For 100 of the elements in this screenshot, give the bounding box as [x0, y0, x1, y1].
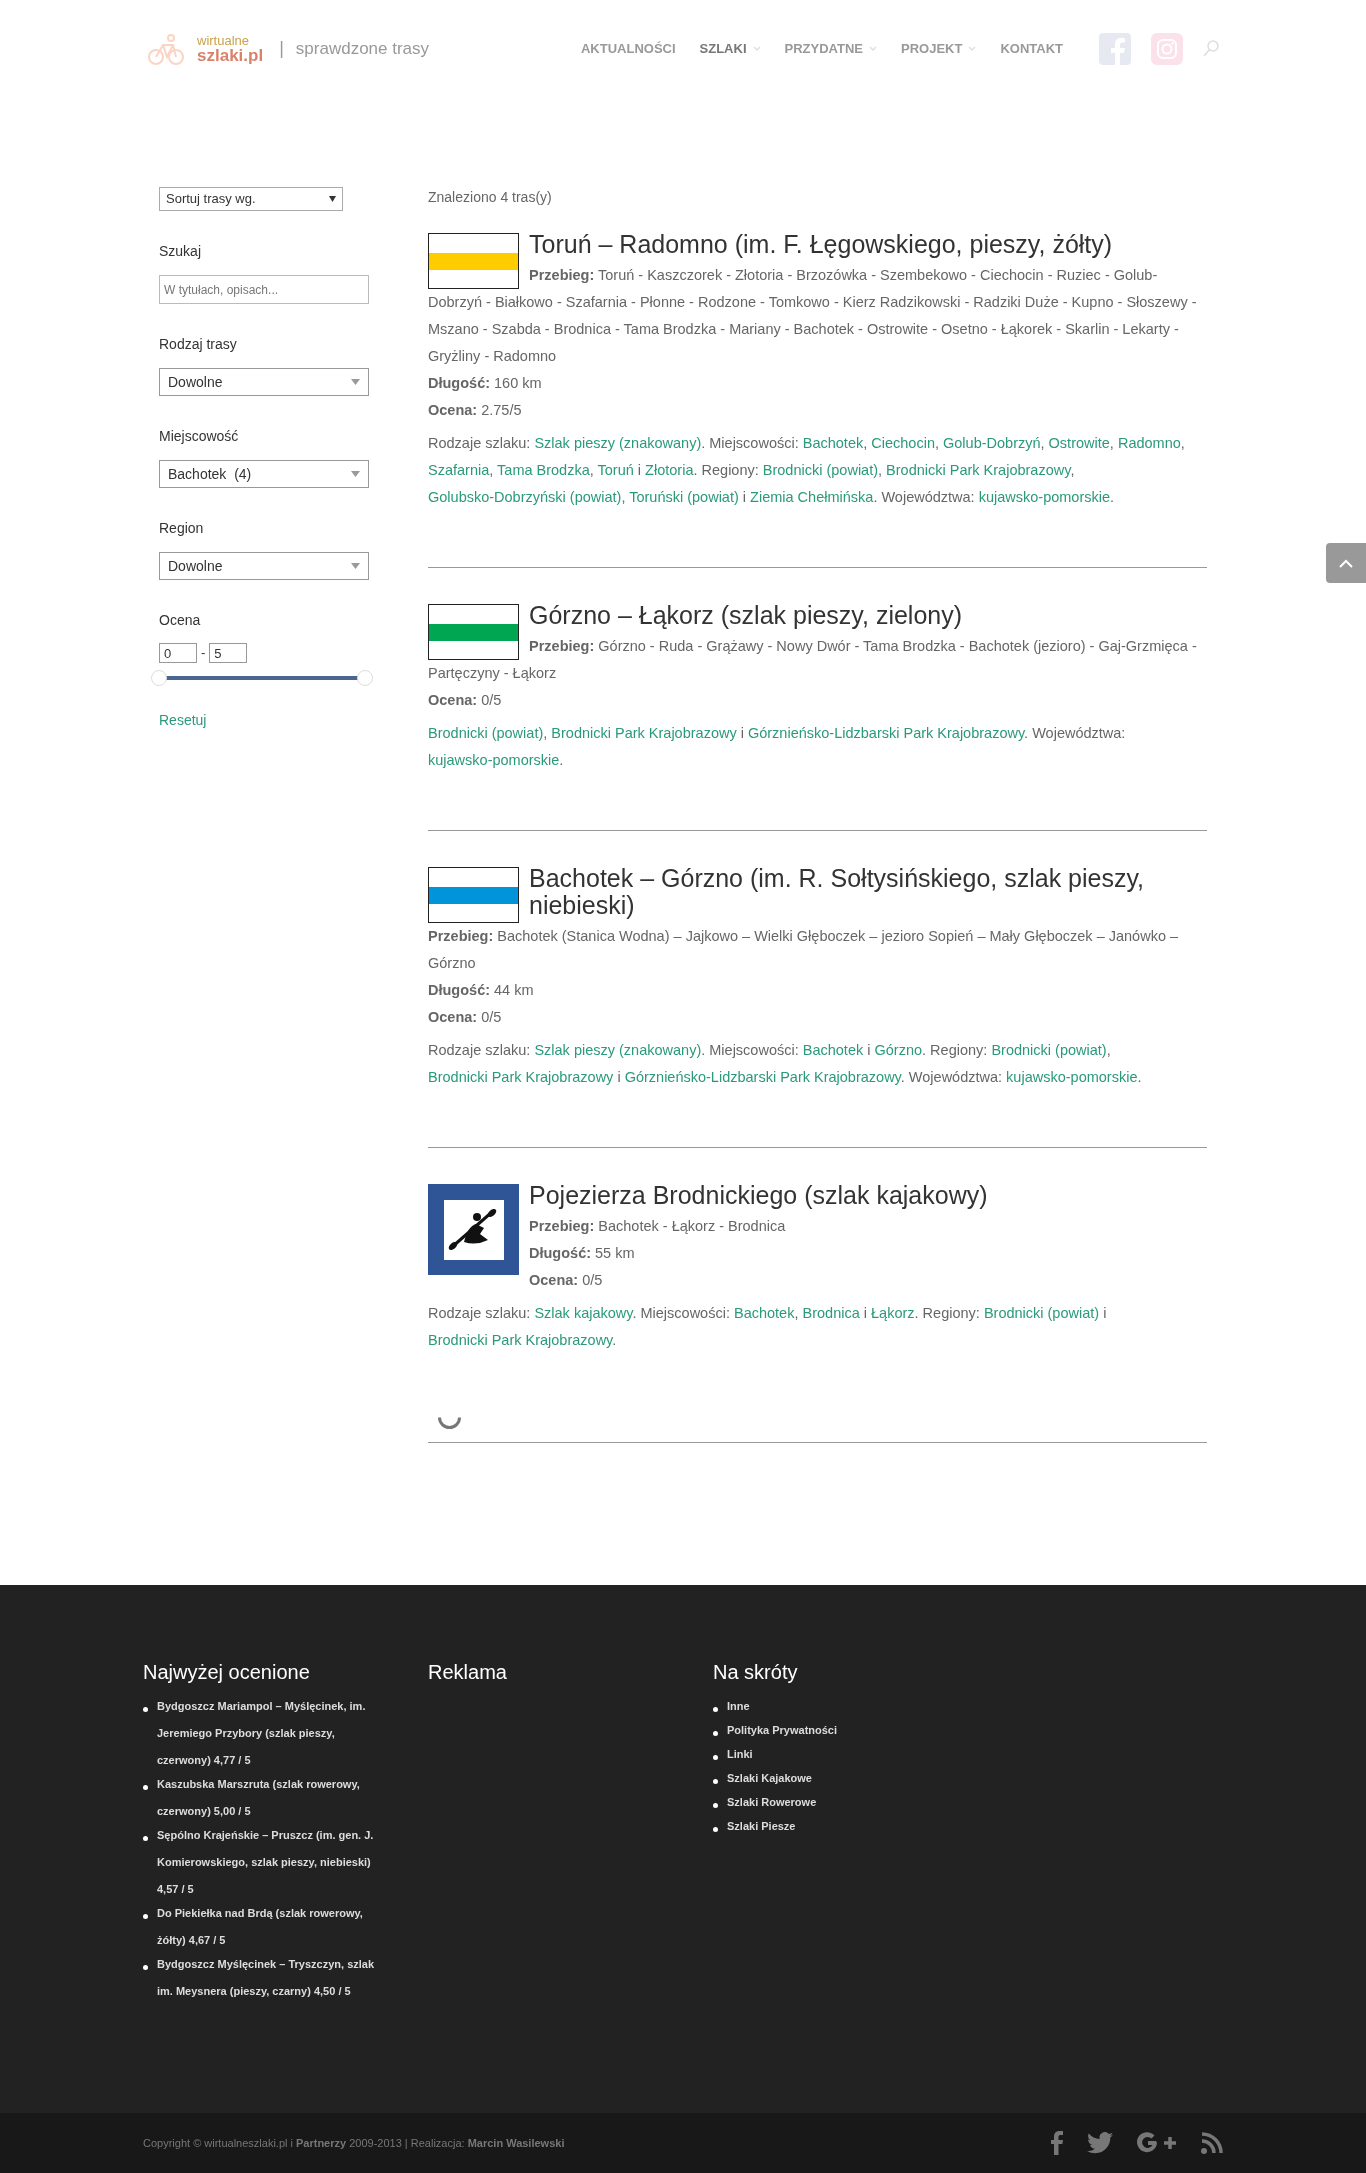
logo-text: szlaki.pl — [197, 46, 264, 64]
search-icon[interactable] — [1203, 39, 1219, 58]
nav-link[interactable]: PRZYDATNE — [784, 38, 877, 59]
bullet-icon — [713, 1803, 718, 1808]
results-count: Znaleziono 4 tras(y) — [428, 188, 553, 207]
google-plus-icon[interactable] — [1137, 2132, 1177, 2154]
slider-handle[interactable] — [357, 670, 373, 686]
footer-link[interactable]: Inne — [727, 1693, 750, 1720]
footer-link[interactable]: Szlaki Piesze — [727, 1813, 796, 1840]
facebook-icon[interactable] — [1051, 2131, 1063, 2155]
caret-down-icon — [329, 196, 336, 202]
route-tags: Rodzaje szlaku: Szlak pieszy (znakowany). Miejscowości: Bachotek i Górzno. Regiony: Brodnicki (powiat), Brodnicki Park Krajobrazowy i Górznieńsko-Lidzbarski Park Krajobrazowy. Województwa: kujawsko-pomorskie. — [428, 1031, 1207, 1091]
footer-link[interactable]: Kaszubska Marszruta (szlak rowerowy, czerwony) 5,00 / 5 — [157, 1771, 376, 1825]
tag-link[interactable]: Ostrowite — [1048, 435, 1110, 451]
filter-select[interactable]: Dowolne — [159, 368, 369, 396]
field-label: Rodzaj trasy — [159, 335, 238, 354]
filter-select[interactable]: Dowolne — [159, 552, 369, 580]
bullet-icon — [713, 1707, 718, 1712]
bullet-icon — [143, 1785, 148, 1790]
tag-link[interactable]: Ziemia Chełmińska — [750, 489, 874, 505]
bicycle-logo-icon[interactable] — [147, 31, 185, 66]
route-title[interactable]: Pojezierza Brodnickiego (szlak kajakowy) — [428, 1182, 1207, 1209]
route-detail: Przebieg: Toruń - Kaszczorek - Złotoria - Brzozówka - Szembekowo - Ciechocin - Ruziec - Golub-Dobrzyń - Białkowo - Szafarnia - Płonne - Rodzone - Tomkowo - Kierz Radzikowski - Radziki Duże - Kupno - Słoszewy - Mszano - Szabda - Brodnica - Tama Brodzka - Mariany - Bachotek - Ostrowite - Osetno - Łąkorek - Skarlin - Lekarty - Gryżliny - Radomno — [428, 266, 1198, 366]
sort-select[interactable]: Sortuj trasy wg. — [159, 187, 343, 211]
tag-link[interactable]: Toruński (powiat) — [629, 489, 739, 505]
slider-handle[interactable] — [151, 670, 167, 686]
tag-link[interactable]: Brodnicki Park Krajobrazowy — [886, 462, 1071, 478]
logo-text: wirtualne — [197, 33, 251, 47]
bullet-icon — [143, 1836, 148, 1841]
scroll-to-top-button[interactable] — [1326, 543, 1366, 583]
bird-icon[interactable] — [1087, 2132, 1113, 2154]
tag-link[interactable]: Toruń — [597, 462, 634, 478]
caret-down-icon — [351, 563, 360, 569]
rating-min-field[interactable]: 0 — [159, 643, 197, 663]
nav-link[interactable]: SZLAKI — [699, 38, 761, 59]
route-tags: Rodzaje szlaku: Szlak kajakowy. Miejscowości: Bachotek, Brodnica i Łąkorz. Regiony: Brodnicki (powiat) i Brodnicki Park Krajobrazowy. — [428, 1294, 1207, 1354]
bullet-icon — [143, 1914, 148, 1919]
range-separator: - — [201, 644, 206, 663]
tag-link[interactable]: Bachotek — [733, 1305, 795, 1321]
route-title[interactable]: Toruń – Radomno (im. F. Łęgowskiego, pieszy, żółty) — [428, 231, 1207, 258]
tag-link[interactable]: Golub-Dobrzyń — [943, 435, 1041, 451]
field-label: Szukaj — [159, 242, 203, 261]
route-detail: Długość: 160 km — [428, 374, 543, 393]
footer-link[interactable]: Szlaki Rowerowe — [727, 1789, 817, 1816]
search-field[interactable]: W tytułach, opisach... — [159, 275, 369, 304]
field-label: Ocena — [159, 611, 202, 630]
rating-max-field[interactable]: 5 — [209, 643, 248, 663]
caret-down-icon — [351, 379, 360, 385]
tag-link[interactable]: kujawsko-pomorskie — [1006, 1069, 1138, 1085]
route-detail: Przebieg: Bachotek - Łąkorz - Brodnica — [528, 1217, 787, 1236]
route-detail: Przebieg: Bachotek (Stanica Wodna) – Jajkowo – Wielki Głęboczek – jezioro Sopień – Mały Głęboczek – Janówko – Górzno — [428, 927, 1180, 973]
tag-link[interactable]: Brodnicki Park Krajobrazowy — [551, 725, 737, 741]
footer-link[interactable]: Bydgoszcz Mariampol – Myślęcinek, im. Jeremiego Przybory (szlak pieszy, czerwony) 4,77 / 5 — [157, 1693, 376, 1774]
bullet-icon — [143, 1707, 148, 1712]
chevron-up-icon — [1339, 558, 1353, 568]
tag-link[interactable]: Górznieńsko-Lidzbarski Park Krajobrazowy — [624, 1069, 901, 1085]
field-label: Miejscowość — [159, 427, 240, 446]
tag-link[interactable]: kujawsko-pomorskie — [978, 489, 1111, 505]
nav-link[interactable]: PROJEKT — [901, 38, 977, 59]
tag-link[interactable]: Radomno — [1117, 435, 1181, 451]
tag-link[interactable]: kujawsko-pomorskie — [428, 752, 560, 768]
footer-heading: Najwyżej ocenione — [143, 1660, 311, 1685]
footer-link[interactable]: Linki — [727, 1741, 753, 1768]
route-detail: Ocena: 0/5 — [528, 1271, 604, 1290]
route-title[interactable]: Górzno – Łąkorz (szlak pieszy, zielony) — [428, 602, 1207, 629]
route-detail: Długość: 55 km — [528, 1244, 636, 1263]
tag-link[interactable]: Brodnica — [802, 1305, 860, 1321]
tag-link[interactable]: Ciechocin — [871, 435, 935, 451]
copyright-text: Copyright © wirtualneszlaki.pl i Partnerzy 2009-2013 | Realizacja: Marcin Wasilewski — [143, 2135, 566, 2151]
nav-link[interactable]: KONTAKT — [1000, 38, 1063, 59]
tag-link[interactable]: Bachotek — [802, 1042, 864, 1058]
footer-link[interactable]: Do Piekiełka nad Brdą (szlak rowerowy, żółty) 4,67 / 5 — [157, 1900, 376, 1954]
footer-link[interactable]: Sępólno Krajeńskie – Pruszcz (im. gen. J. Komierowskiego, szlak pieszy, niebieski) 4,57 / 5 — [157, 1822, 376, 1903]
footer-heading: Reklama — [428, 1660, 508, 1685]
tag-link[interactable]: Szlak kajakowy — [534, 1305, 633, 1321]
tag-link[interactable]: Brodnicki (powiat) — [991, 1042, 1107, 1058]
footer-link[interactable]: Szlaki Kajakowe — [727, 1765, 812, 1792]
bullet-icon — [713, 1779, 718, 1784]
footer-heading: Na skróty — [713, 1660, 799, 1685]
filter-select[interactable]: Bachotek (4) — [159, 460, 369, 488]
nav-link[interactable]: AKTUALNOŚCI — [580, 38, 676, 59]
bullet-icon — [713, 1731, 718, 1736]
tag-link[interactable]: Łąkorz — [871, 1305, 915, 1321]
route-tags: Brodnicki (powiat), Brodnicki Park Krajobrazowy i Górznieńsko-Lidzbarski Park Krajobrazowy. Województwa: kujawsko-pomorskie. — [428, 714, 1207, 774]
route-detail: Ocena: 2.75/5 — [428, 401, 523, 420]
rss-icon[interactable] — [1201, 2132, 1223, 2154]
footer-link[interactable]: Bydgoszcz Myślęcinek – Tryszczyn, szlak im. Meysnera (pieszy, czarny) 4,50 / 5 — [157, 1951, 376, 2005]
tag-link[interactable]: Tama Brodzka — [497, 462, 590, 478]
reset-link[interactable]: Resetuj — [159, 710, 207, 731]
tag-link[interactable]: Golubsko-Dobrzyński (powiat) — [428, 489, 622, 505]
bullet-icon — [713, 1755, 718, 1760]
tag-link[interactable]: Brodnicki (powiat) — [983, 1305, 1100, 1321]
route-tags: Rodzaje szlaku: Szlak pieszy (znakowany). Miejscowości: Bachotek, Ciechocin, Golub-Dobrzyń, Ostrowite, Radomno, Szafarnia, Tama Brodzka, Toruń i Złotoria. Regiony: Brodnicki (powiat), Brodnicki Park Krajobrazowy, Golubsko-Dobrzyński (powiat), Toruński (powiat) i Ziemia Chełmińska. Województwa: kujawsko-pomorskie. — [428, 424, 1207, 511]
route-detail: Przebieg: Górzno - Ruda - Grążawy - Nowy Dwór - Tama Brodzka - Bachotek (jezioro) - Gaj-Grzmięca - Partęczyny - Łąkorz — [428, 637, 1198, 683]
loading-spinner-icon — [438, 1416, 461, 1430]
tag-link[interactable]: Złotoria — [645, 462, 694, 478]
footer-link[interactable]: Polityka Prywatności — [727, 1717, 838, 1744]
tag-link[interactable]: Brodnicki Park Krajobrazowy — [428, 1069, 614, 1085]
tag-link[interactable]: Brodnicki (powiat) — [762, 462, 879, 478]
route-title[interactable]: Bachotek – Górzno (im. R. Sołtysińskiego, szlak pieszy, niebieski) — [428, 865, 1207, 919]
